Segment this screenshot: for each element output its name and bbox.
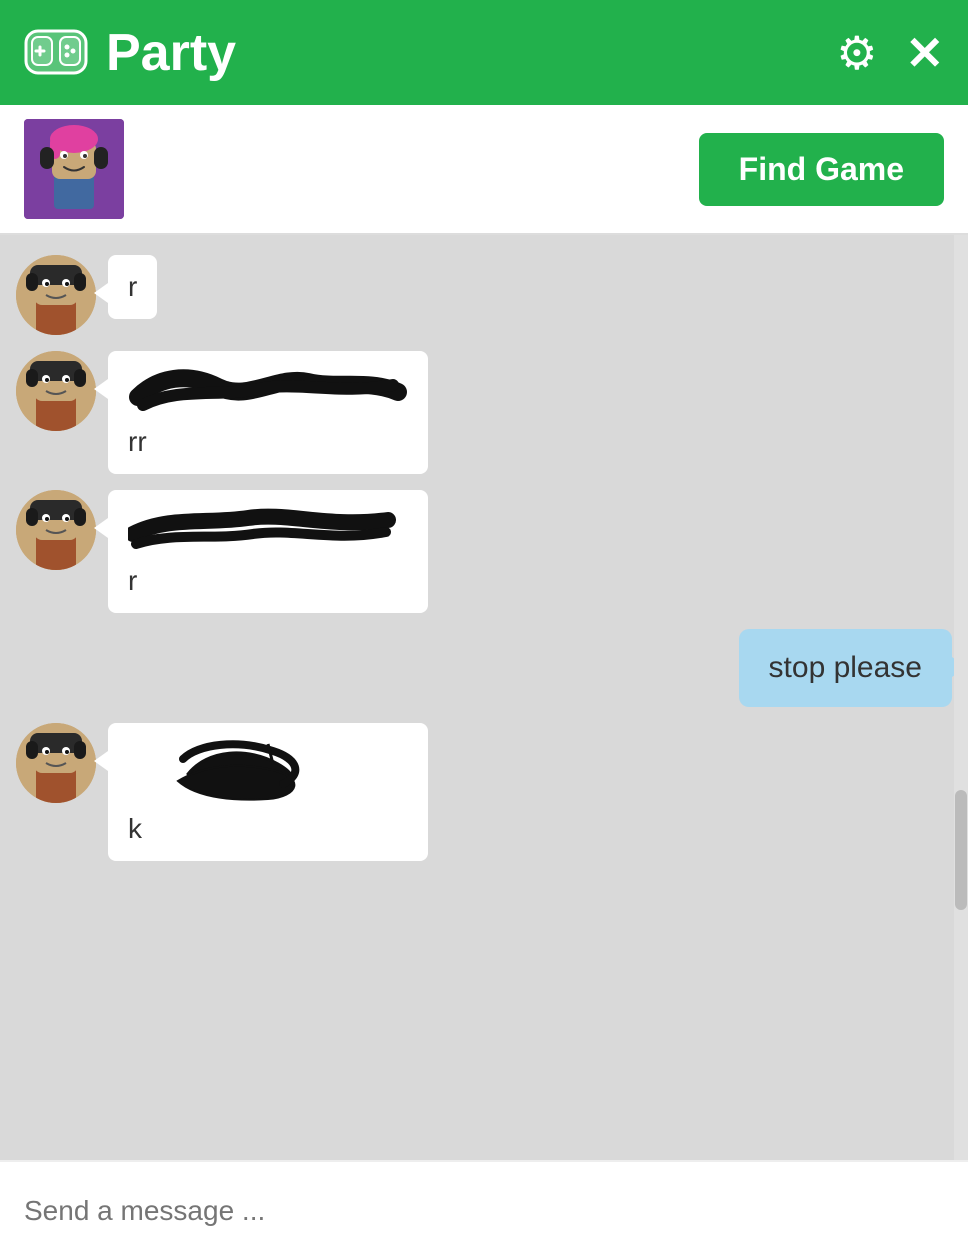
message-input-area — [0, 1160, 968, 1260]
scrollbar-thumb[interactable] — [955, 790, 967, 910]
gear-icon[interactable]: ⚙ — [836, 26, 877, 80]
avatar — [16, 351, 96, 431]
message-row: rr — [16, 351, 952, 474]
message-input[interactable] — [24, 1195, 944, 1227]
scribble-image — [128, 506, 408, 561]
message-text: rr — [128, 426, 147, 457]
game-controller-icon — [24, 21, 88, 85]
message-bubble: r — [108, 490, 428, 613]
header-title: Party — [106, 23, 836, 83]
header: Party ⚙ ✕ — [0, 0, 968, 105]
message-bubble-right: stop please — [739, 629, 952, 707]
party-avatar — [24, 119, 124, 219]
message-row: r — [16, 490, 952, 613]
message-bubble: r — [108, 255, 157, 319]
message-row: k — [16, 723, 952, 861]
avatar — [16, 255, 96, 335]
message-bubble: k — [108, 723, 428, 861]
chat-area: r rr — [0, 235, 968, 1160]
scribble-image — [128, 367, 408, 422]
message-text: stop please — [769, 651, 922, 684]
message-text: k — [128, 813, 142, 844]
find-game-button[interactable]: Find Game — [699, 133, 944, 206]
scribble-image — [128, 739, 408, 809]
avatar — [16, 723, 96, 803]
message-row: r — [16, 255, 952, 335]
message-row: stop please — [16, 629, 952, 707]
message-bubble: rr — [108, 351, 428, 474]
scrollbar-track[interactable] — [954, 235, 968, 1160]
message-text: r — [128, 565, 137, 596]
party-bar: Find Game — [0, 105, 968, 235]
party-avatar-image — [24, 119, 124, 219]
message-text: r — [128, 271, 137, 302]
close-icon[interactable]: ✕ — [905, 26, 944, 80]
avatar — [16, 490, 96, 570]
